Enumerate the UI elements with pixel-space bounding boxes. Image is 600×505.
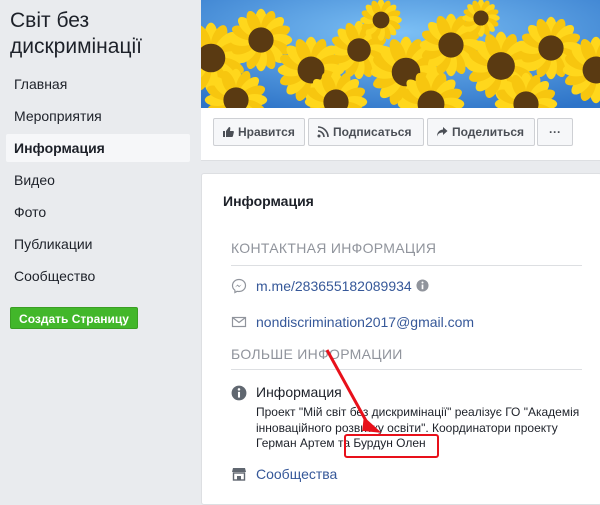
sunflower-cover-image — [201, 0, 600, 108]
email-link[interactable]: nondiscrimination2017@gmail.com — [256, 314, 474, 330]
subscribe-label: Подписаться — [333, 125, 412, 139]
divider — [231, 369, 582, 370]
store-icon — [232, 468, 246, 481]
about-card-title: Информация — [223, 193, 314, 209]
sunflower-shape — [462, 0, 500, 37]
info-circle-icon — [231, 385, 247, 401]
contact-info-heading: КОНТАКТНАЯ ИНФОРМАЦИЯ — [231, 240, 437, 256]
sidebar-item-home[interactable]: Главная — [6, 70, 190, 98]
like-button[interactable]: Нравится — [213, 118, 305, 146]
info-icon[interactable] — [416, 279, 429, 292]
share-arrow-icon — [437, 126, 448, 137]
annotation-highlight-box — [344, 434, 439, 458]
communities-link[interactable]: Сообщества — [256, 466, 337, 482]
messenger-icon — [231, 278, 247, 294]
info-label: Информация — [256, 384, 342, 400]
rss-icon — [317, 126, 329, 138]
share-button[interactable]: Поделиться — [427, 118, 535, 146]
divider — [231, 265, 582, 266]
messenger-link[interactable]: m.me/283655182089934 — [256, 278, 412, 294]
page-actions-bar: Нравится Подписаться Поделиться ··· — [201, 108, 600, 161]
sidebar-item-community[interactable]: Сообщество — [6, 262, 190, 290]
sidebar-item-events[interactable]: Мероприятия — [6, 102, 190, 130]
subscribe-button[interactable]: Подписаться — [308, 118, 424, 146]
sidebar-item-photos[interactable]: Фото — [6, 198, 190, 226]
page-title: Світ без дискримінації — [10, 9, 142, 58]
more-info-heading: БОЛЬШЕ ИНФОРМАЦИИ — [231, 346, 403, 362]
share-label: Поделиться — [452, 125, 525, 139]
more-options-button[interactable]: ··· — [537, 118, 573, 146]
sunflower-shape — [360, 0, 402, 41]
thumbs-up-icon — [223, 126, 234, 137]
sidebar: Світ без дискримінації Главная Мероприят… — [0, 0, 200, 492]
create-page-button[interactable]: Создать Страницу — [10, 307, 138, 329]
sidebar-item-posts[interactable]: Публикации — [6, 230, 190, 258]
like-label: Нравится — [238, 125, 295, 139]
envelope-icon — [231, 316, 247, 328]
sidebar-item-about[interactable]: Информация — [6, 134, 190, 162]
sidebar-item-videos[interactable]: Видео — [6, 166, 190, 194]
cover-photo[interactable] — [201, 0, 600, 108]
